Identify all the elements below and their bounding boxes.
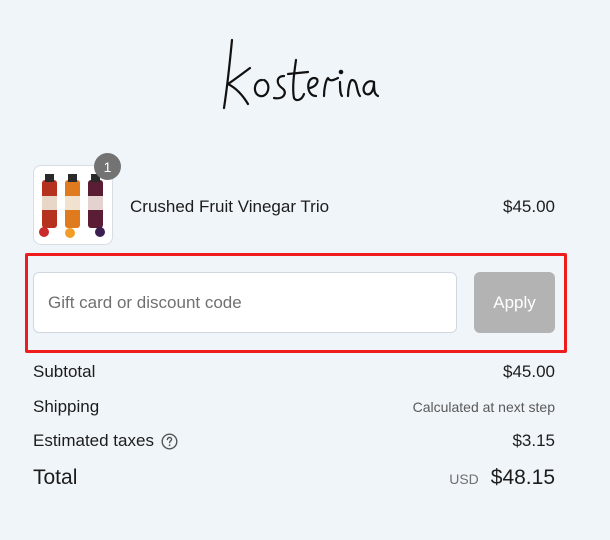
taxes-row: Estimated taxes $3.15	[33, 431, 555, 451]
shipping-label: Shipping	[33, 397, 100, 416]
kosterina-wordmark	[222, 38, 380, 110]
total-value: $48.15	[490, 466, 555, 489]
total-amount-group: USD $48.15	[449, 466, 555, 490]
total-row: Total USD $48.15	[33, 466, 555, 490]
product-name: Crushed Fruit Vinegar Trio	[130, 197, 330, 216]
subtotal-row: Subtotal $45.00	[33, 362, 555, 382]
product-thumbnail: 1	[33, 153, 121, 245]
total-label: Total	[33, 466, 78, 489]
currency-code: USD	[449, 471, 479, 487]
subtotal-value: $45.00	[503, 362, 555, 381]
taxes-label: Estimated taxes	[33, 431, 154, 450]
quantity-badge: 1	[94, 153, 121, 180]
taxes-label-group: Estimated taxes	[33, 431, 178, 451]
apply-button[interactable]: Apply	[474, 272, 555, 333]
taxes-value: $3.15	[512, 431, 555, 450]
subtotal-label: Subtotal	[33, 362, 96, 381]
discount-code-input[interactable]	[33, 272, 457, 333]
question-circle-icon[interactable]	[161, 432, 178, 450]
product-price: $45.00	[503, 197, 555, 216]
shipping-row: Shipping Calculated at next step	[33, 397, 555, 417]
shipping-value: Calculated at next step	[412, 399, 555, 415]
cart-line-item: 1 Crushed Fruit Vinegar Trio $45.00	[33, 153, 555, 247]
brand-logo[interactable]	[210, 30, 380, 120]
